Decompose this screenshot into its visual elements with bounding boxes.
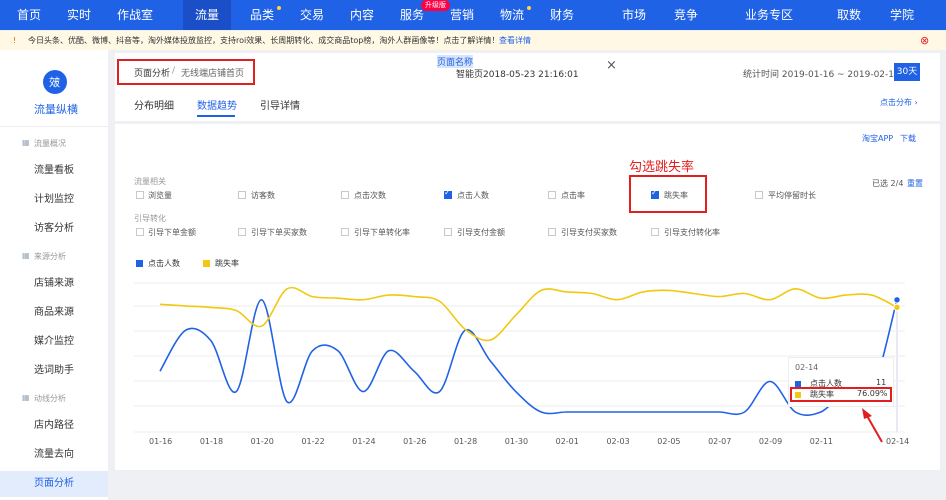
x-tick-label: 01-30 [504,437,529,446]
x-tick-label: 01-16 [149,437,173,446]
x-tick-label: 01-26 [403,437,427,446]
x-tick-label: 02-01 [555,437,579,446]
x-tick-label: 01-18 [199,437,224,446]
x-tick-label: 01-28 [453,437,478,446]
x-tick-label: 02-09 [758,437,783,446]
x-tick-label: 01-24 [352,437,376,446]
x-tick-label: 02-03 [606,437,630,446]
data-point [893,303,901,312]
tooltip-date: 02-14 [795,363,819,372]
data-point [893,296,901,304]
annotation-arrow [865,413,883,443]
series-line-clicks [159,298,898,416]
x-tick-label: 01-20 [250,437,274,446]
x-tick-label: 02-11 [809,437,833,446]
series-line-bounce-rate [159,286,898,342]
tooltip-value: 11 [876,378,887,387]
arrow-head [862,408,872,419]
tooltip-label: 跳失率 [810,390,834,399]
trend-chart [134,282,905,443]
x-tick-label: 02-07 [708,437,732,446]
x-tick-label: 01-22 [301,437,325,446]
tooltip-value: 76.09% [857,389,888,398]
x-tick-label: 02-14 [886,437,910,446]
x-tick-label: 02-05 [657,437,681,446]
tooltip-swatch-bounce [795,392,801,398]
